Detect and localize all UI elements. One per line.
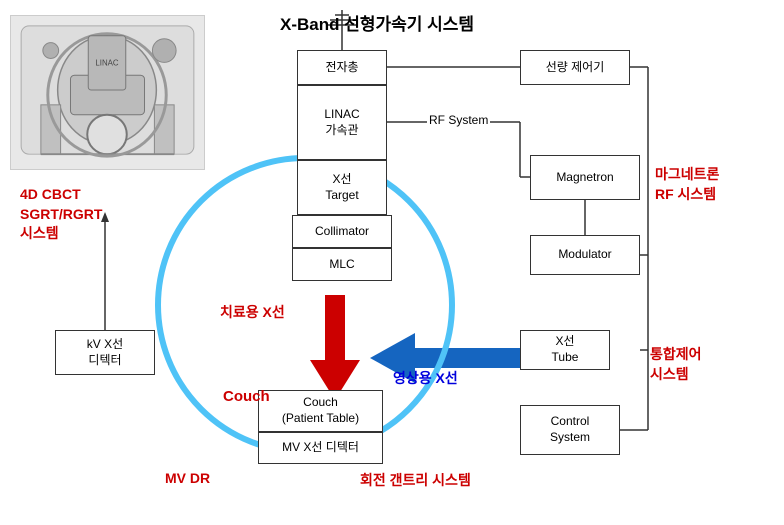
title-xband: X-Band 선형가속기 시스템 xyxy=(280,10,474,35)
box-control: Control System xyxy=(520,405,620,455)
box-xtarget: X선 Target xyxy=(297,160,387,215)
box-mlc: MLC xyxy=(292,248,392,281)
box-magnetron: Magnetron xyxy=(530,155,640,200)
label-image-xray: 영상용 X선 xyxy=(393,368,458,388)
label-magnetron-rf: 마그네트론 RF 시스템 xyxy=(655,165,719,204)
box-modulator: Modulator xyxy=(530,235,640,275)
svg-text:LINAC: LINAC xyxy=(95,58,119,67)
label-rf-system: RF System xyxy=(427,113,490,127)
label-rotation-gantry: 회전 갠트리 시스템 xyxy=(360,470,471,490)
box-mv: MV X선 디텍터 xyxy=(258,432,383,464)
main-container: X-Band 선형가속기 시스템 LINAC 전자총 LINAC 가속관 X선 … xyxy=(0,0,784,525)
box-doserate: 선량 제어기 xyxy=(520,50,630,85)
box-electro: 전자총 xyxy=(297,50,387,85)
box-collimator: Collimator xyxy=(292,215,392,248)
box-couch: Couch (Patient Table) xyxy=(258,390,383,432)
box-kv: kV X선 디텍터 xyxy=(55,330,155,375)
label-integrated-control: 통합제어 시스템 xyxy=(650,345,702,384)
box-linac: LINAC 가속관 xyxy=(297,85,387,160)
machine-image: LINAC xyxy=(10,15,205,170)
label-therapy-xray: 치료용 X선 xyxy=(220,302,285,322)
label-couch: Couch xyxy=(223,388,270,405)
box-xtube: X선 Tube xyxy=(520,330,610,370)
label-mv-dr: MV DR xyxy=(165,470,210,486)
label-cbct: 4D CBCT SGRT/RGRT 시스템 xyxy=(20,185,102,244)
